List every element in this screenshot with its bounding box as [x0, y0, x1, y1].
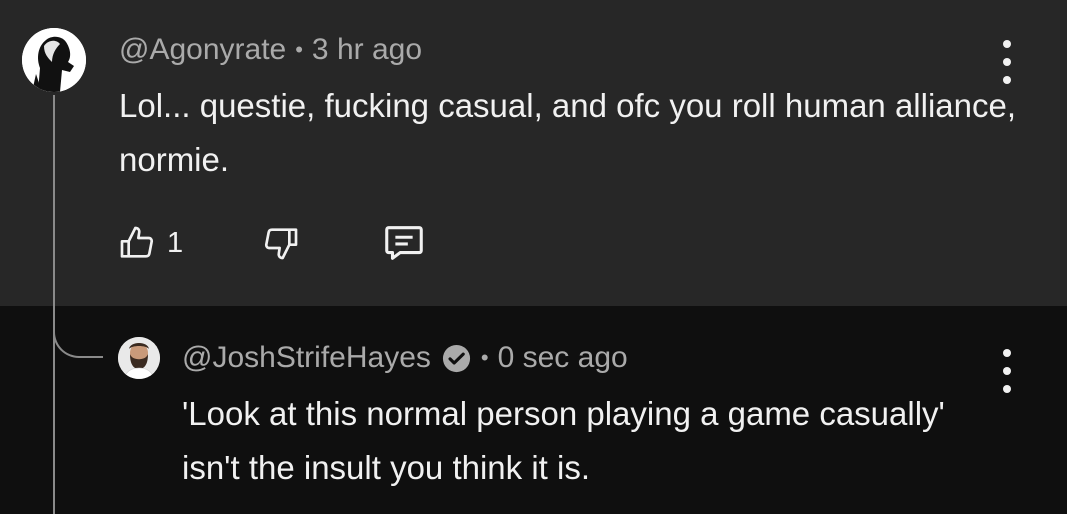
bearded-man-avatar-icon — [118, 337, 160, 379]
comment-meta: @Agonyrate • 3 hr ago — [119, 33, 422, 67]
comment-thread: @Agonyrate • 3 hr ago Lol... questie, fu… — [0, 0, 1067, 514]
avatar[interactable] — [22, 28, 86, 92]
comment-time[interactable]: 3 hr ago — [312, 33, 422, 67]
thumbs-down-icon — [265, 228, 298, 260]
comment-time[interactable]: 0 sec ago — [498, 341, 628, 375]
comment-icon — [385, 226, 423, 260]
avatar[interactable] — [118, 337, 160, 379]
more-vert-icon[interactable] — [997, 349, 1017, 393]
comment-text: Lol... questie, fucking casual, and ofc … — [119, 87, 1017, 178]
comment-meta: @JoshStrifeHayes • 0 sec ago — [182, 341, 628, 375]
comment-actions: 1 — [117, 220, 427, 266]
comment-text: 'Look at this normal person playing a ga… — [182, 395, 945, 486]
reply-button[interactable] — [381, 220, 427, 266]
like-count: 1 — [167, 226, 184, 259]
meta-separator: • — [295, 37, 303, 62]
dislike-button[interactable] — [261, 223, 301, 263]
more-vert-icon[interactable] — [997, 40, 1017, 84]
thread-connector — [53, 300, 103, 358]
like-button[interactable]: 1 — [117, 223, 183, 263]
verified-check-icon — [442, 344, 470, 372]
comment-author[interactable]: @JoshStrifeHayes — [182, 341, 431, 375]
thumbs-up-icon — [120, 226, 154, 258]
meta-separator: • — [480, 345, 489, 370]
comment-author[interactable]: @Agonyrate — [119, 33, 286, 67]
silhouette-avatar-icon — [22, 28, 86, 92]
